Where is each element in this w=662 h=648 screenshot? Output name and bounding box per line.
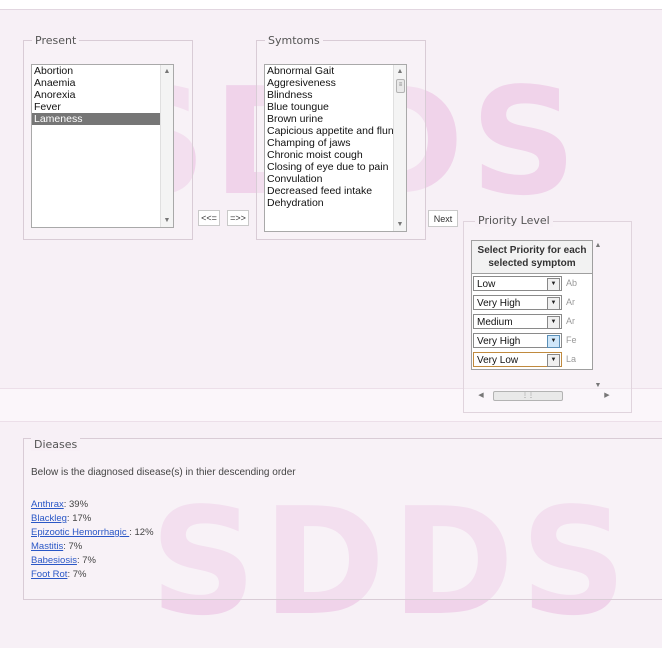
priority-value: Very High	[477, 336, 521, 347]
disease-percent: : 12%	[129, 527, 154, 538]
disease-link[interactable]: Epizootic Hemorrhagic	[31, 527, 129, 538]
symptom-option[interactable]: Decreased feed intake	[265, 185, 406, 197]
diseases-intro: Below is the diagnosed disease(s) in thi…	[31, 467, 296, 478]
present-listbox[interactable]: Abortion Anaemia Anorexia Fever Lameness ▲ ▼	[31, 64, 174, 228]
top-bar	[0, 0, 662, 10]
present-option[interactable]: Anorexia	[32, 89, 173, 101]
diseases-legend: Dieases	[31, 438, 81, 451]
disease-percent: : 7%	[67, 569, 87, 580]
scroll-down-icon[interactable]: ▼	[161, 215, 173, 226]
scroll-left-icon[interactable]: ◀	[475, 390, 487, 401]
disease-item: Anthrax: 39%	[31, 498, 154, 512]
scroll-thumb[interactable]: ⋮⋮	[493, 391, 563, 401]
symptom-abbr: Fe	[566, 335, 577, 345]
symptom-option[interactable]: Aggresiveness	[265, 77, 406, 89]
scroll-up-icon[interactable]: ▲	[394, 66, 406, 77]
remove-symptom-button[interactable]: <<=	[198, 210, 220, 226]
symptom-abbr: Ar	[566, 297, 575, 307]
disease-item: Epizootic Hemorrhagic : 12%	[31, 526, 154, 540]
disease-percent: : 7%	[76, 555, 96, 566]
priority-grid: Select Priority for each selected sympto…	[471, 240, 593, 370]
symptom-option[interactable]: Blue toungue	[265, 101, 406, 113]
scroll-up-icon[interactable]: ▲	[161, 66, 173, 77]
present-option[interactable]: Fever	[32, 101, 173, 113]
priority-grid-vscroll[interactable]: ▲ ▼	[592, 240, 604, 394]
symptoms-scrollbar[interactable]: ▲ ≡ ▼	[393, 65, 406, 231]
disease-percent: : 39%	[63, 499, 89, 510]
priority-grid-header: Select Priority for each selected sympto…	[472, 241, 592, 274]
disease-link[interactable]: Blackleg	[31, 513, 67, 524]
symptom-option[interactable]: Abnormal Gait	[265, 65, 406, 77]
priority-select[interactable]: Medium ▼	[473, 314, 562, 329]
symptom-option[interactable]: Brown urine	[265, 113, 406, 125]
disease-percent: : 7%	[63, 541, 83, 552]
present-legend: Present	[35, 34, 77, 47]
priority-row: Very High ▼ Fe	[472, 331, 592, 350]
symptom-abbr: Ab	[566, 278, 578, 288]
present-option[interactable]: Anaemia	[32, 77, 173, 89]
priority-row: Medium ▼ Ar	[472, 312, 592, 331]
priority-select[interactable]: Very High ▼	[473, 333, 562, 348]
chevron-down-icon[interactable]: ▼	[547, 354, 560, 367]
priority-value: Low	[477, 279, 496, 290]
priority-row: Very Low ▼ La	[472, 350, 592, 369]
symptoms-legend: Symtoms	[268, 34, 320, 47]
present-option[interactable]: Lameness	[32, 113, 173, 125]
scroll-right-icon[interactable]: ▶	[601, 390, 613, 401]
disease-link[interactable]: Mastitis	[31, 541, 63, 552]
scroll-up-icon[interactable]: ▲	[592, 240, 604, 251]
priority-grid-hscroll[interactable]: ◀ ⋮⋮ ▶	[478, 390, 613, 402]
chevron-down-icon[interactable]: ▼	[547, 316, 560, 329]
symptom-option[interactable]: Champing of jaws	[265, 137, 406, 149]
priority-value: Very High	[477, 298, 521, 309]
symptom-option[interactable]: Dehydration	[265, 197, 406, 209]
disease-item: Blackleg: 17%	[31, 512, 154, 526]
symptom-option[interactable]: Chronic moist cough	[265, 149, 406, 161]
priority-legend: Priority Level	[475, 214, 553, 227]
symptom-option[interactable]: Blindness	[265, 89, 406, 101]
disease-item: Mastitis: 7%	[31, 540, 154, 554]
chevron-down-icon[interactable]: ▼	[547, 297, 560, 310]
disease-link[interactable]: Anthrax	[31, 499, 64, 510]
symptoms-listbox[interactable]: Abnormal Gait Aggresiveness Blindness Blue …	[264, 64, 407, 232]
symptom-abbr: La	[566, 354, 577, 364]
disease-item: Babesiosis: 7%	[31, 554, 154, 568]
disease-link[interactable]: Babesiosis	[31, 555, 77, 566]
disease-percent: : 17%	[66, 513, 92, 524]
chevron-down-icon[interactable]: ▼	[547, 278, 560, 291]
chevron-down-icon[interactable]: ▼	[547, 335, 560, 348]
scroll-down-icon[interactable]: ▼	[394, 219, 406, 230]
disease-list: Anthrax: 39% Blackleg: 17% Epizootic Hemor…	[31, 498, 154, 582]
priority-value: Medium	[477, 317, 513, 328]
symptom-abbr: Ar	[566, 316, 575, 326]
disease-link[interactable]: Foot Rot	[31, 569, 67, 580]
priority-select[interactable]: Very High ▼	[473, 295, 562, 310]
next-button[interactable]: Next	[428, 210, 458, 227]
present-scrollbar[interactable]: ▲ ▼	[160, 65, 173, 227]
priority-select[interactable]: Low ▼	[473, 276, 562, 291]
symptom-option[interactable]: Closing of eye due to pain	[265, 161, 406, 173]
add-symptom-button[interactable]: =>>	[227, 210, 249, 226]
symptom-option[interactable]: Convulation	[265, 173, 406, 185]
present-option[interactable]: Abortion	[32, 65, 173, 77]
priority-value: Very Low	[477, 355, 519, 366]
priority-row: Very High ▼ Ar	[472, 293, 592, 312]
priority-row: Low ▼ Ab	[472, 274, 592, 293]
priority-select[interactable]: Very Low ▼	[473, 352, 562, 367]
symptom-option[interactable]: Capicious appetite and fluntuat	[265, 125, 406, 137]
scroll-thumb[interactable]: ≡	[396, 79, 405, 93]
